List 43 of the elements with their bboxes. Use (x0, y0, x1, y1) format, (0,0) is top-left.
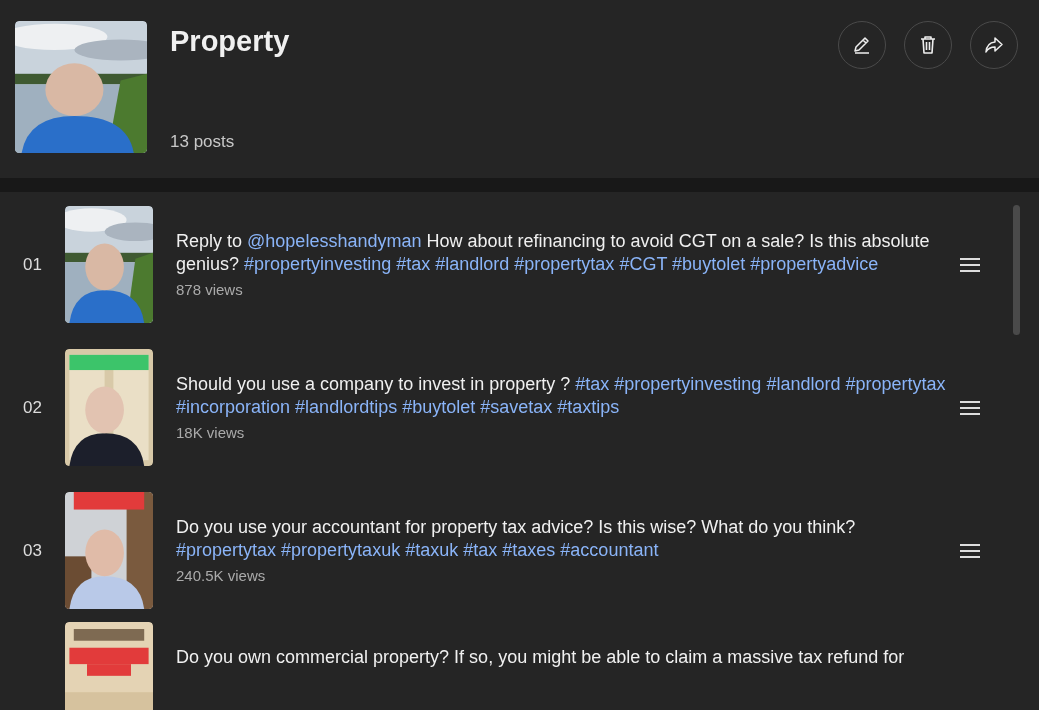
hashtag-link[interactable]: #CGT (619, 254, 668, 274)
view-count: 18K views (176, 424, 245, 441)
hashtag-link[interactable]: #taxtips (557, 397, 620, 417)
hashtag-link[interactable]: #taxes (502, 540, 556, 560)
hashtag-link[interactable]: #tax (463, 540, 498, 560)
post-number: 01 (23, 254, 43, 275)
hashtag-link[interactable]: #taxuk (405, 540, 459, 560)
hashtag-link[interactable]: #propertytax (176, 540, 277, 560)
menu-icon[interactable] (960, 399, 980, 416)
hashtag-link[interactable]: #landlord (435, 254, 510, 274)
post-count: 13 posts (170, 132, 236, 152)
hashtag-link[interactable]: #propertytax (514, 254, 615, 274)
hashtag-link[interactable]: #incorporation (176, 397, 291, 417)
post-description: Should you use a company to invest in property ? #tax #propertyinvesting #landlord #propertytax #incorporation #landlordtips #buytolet #savetax #taxtips (176, 373, 946, 419)
post-number: 03 (23, 540, 43, 561)
hashtag-link[interactable]: #propertyinvesting (244, 254, 392, 274)
share-icon (983, 34, 1005, 56)
share-button[interactable] (970, 21, 1018, 69)
scrollbar-thumb[interactable] (1013, 205, 1020, 335)
hashtag-link[interactable]: #tax (396, 254, 431, 274)
hashtag-link[interactable]: #landlordtips (295, 397, 398, 417)
hashtag-link[interactable]: #accountant (560, 540, 659, 560)
edit-button[interactable] (838, 21, 886, 69)
post-description: Do you use your accountant for property tax advice? Is this wise? What do you think? #propertytax #propertytaxuk #taxuk #tax #taxes #accountant (176, 516, 857, 562)
hashtag-link[interactable]: #buytolet (402, 397, 476, 417)
post-number: 02 (23, 397, 43, 418)
delete-button[interactable] (904, 21, 952, 69)
hashtag-link[interactable]: #propertyinvesting (614, 374, 762, 394)
hashtag-link[interactable]: #tax (575, 374, 610, 394)
hashtag-link[interactable]: #savetax (480, 397, 553, 417)
post-description: Reply to @hopelesshandyman How about refinancing to avoid CGT on a sale? Is this absolute genius? #propertyinvesting #tax #landlord #propertytax #CGT #buytolet #propertyadvice (176, 230, 931, 276)
hashtag-link[interactable]: #propertytax (845, 374, 946, 394)
playlist-title: Property (170, 25, 291, 58)
hashtag-link[interactable]: #buytolet (672, 254, 746, 274)
mention-link[interactable]: @hopelesshandyman (247, 231, 422, 251)
hashtag-link[interactable]: #propertytaxuk (281, 540, 401, 560)
post-description: Do you own commercial property? If so, you might be able to claim a massive tax refund for (176, 646, 906, 669)
menu-icon[interactable] (960, 256, 980, 273)
view-count: 240.5K views (176, 567, 266, 584)
view-count: 878 views (176, 281, 243, 298)
hashtag-link[interactable]: #propertyadvice (750, 254, 879, 274)
menu-icon[interactable] (960, 542, 980, 559)
hashtag-link[interactable]: #landlord (766, 374, 841, 394)
